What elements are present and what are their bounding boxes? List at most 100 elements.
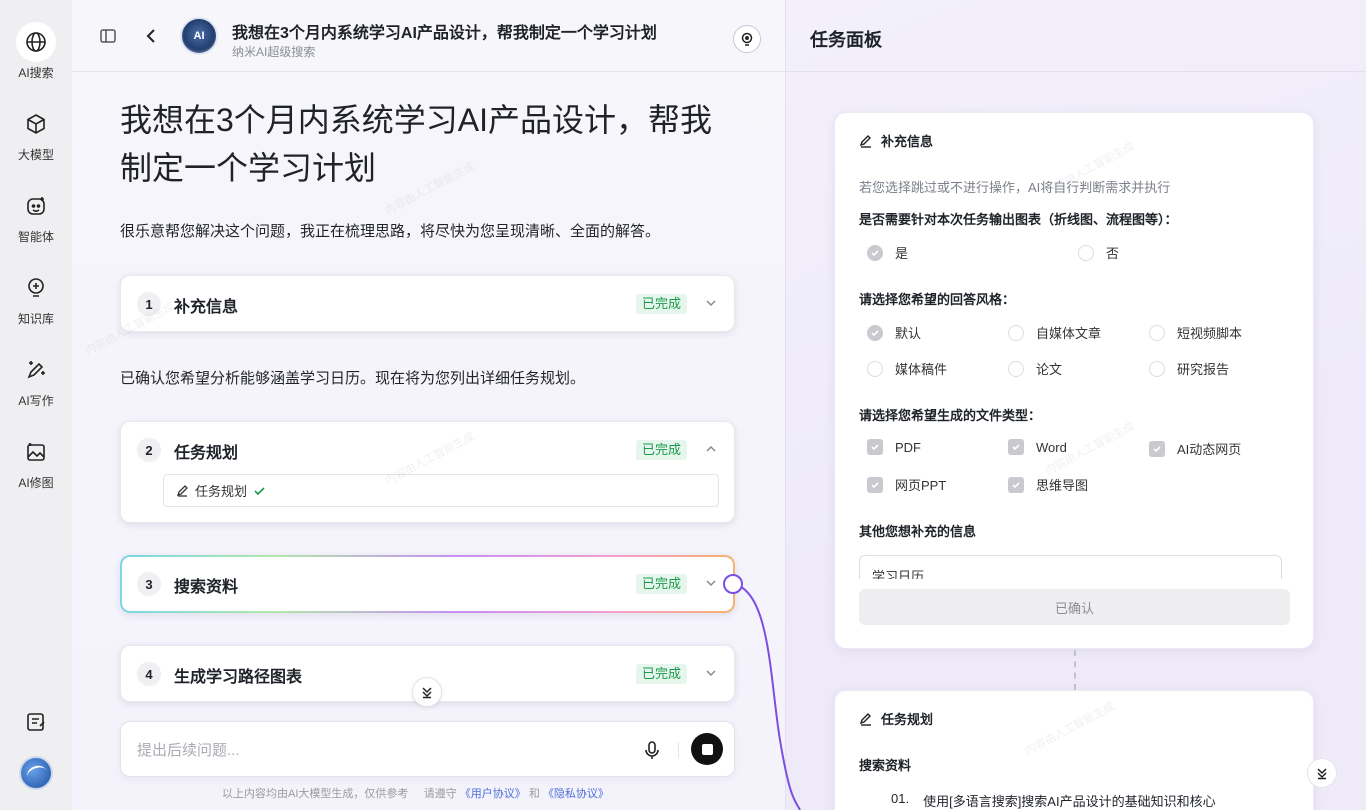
edit-icon: [859, 134, 871, 148]
assistant-intro: 很乐意帮您解决这个问题，我正在梳理思路，将尽快为您呈现清晰、全面的解答。: [120, 223, 661, 240]
chat-header: AI 我想在3个月内系统学习AI产品设计，帮我制定一个学习计划 纳米AI超级搜索: [72, 0, 785, 72]
status-badge: 已完成: [636, 664, 688, 684]
radio-checked-icon: [867, 324, 883, 341]
rail-label: AI修图: [18, 476, 54, 490]
back-icon[interactable]: [142, 26, 162, 46]
rail-label: AI写作: [18, 394, 54, 408]
option-media-draft[interactable]: 媒体稿件: [867, 359, 947, 378]
radio-icon: [1078, 244, 1094, 261]
notes-button[interactable]: [0, 711, 72, 738]
status-badge: 已完成: [636, 294, 688, 314]
chevron-up-icon[interactable]: [704, 442, 718, 456]
option-research-report[interactable]: 研究报告: [1149, 359, 1229, 378]
extra-info-textarea[interactable]: 学习日历: [859, 555, 1282, 579]
rail-item-agents[interactable]: 智能体: [0, 184, 72, 264]
radio-icon: [1149, 360, 1165, 377]
confirmed-button[interactable]: 已确认: [859, 589, 1290, 625]
option-label: PDF: [895, 439, 921, 455]
assistant-confirm-text: 已确认您希望分析能够涵盖学习日历。现在将为您列出详细任务规划。: [120, 370, 586, 387]
option-mind-map[interactable]: 思维导图: [1008, 475, 1088, 494]
panel-scroll-bottom-button[interactable]: [1307, 758, 1337, 788]
checkbox-checked-icon: [867, 439, 883, 455]
plan-list-item: 01. 使用[多语言搜索]搜索AI产品设计的基础知识和核心: [891, 791, 1216, 810]
option-self-media[interactable]: 自媒体文章: [1008, 323, 1101, 342]
option-short-video[interactable]: 短视频脚本: [1149, 323, 1242, 342]
option-yes[interactable]: 是: [867, 243, 908, 262]
step-title: 任务规划: [174, 445, 239, 462]
step-card-search[interactable]: 3 搜索资料 已完成: [120, 555, 735, 613]
scroll-to-bottom-button[interactable]: [412, 677, 442, 707]
option-word[interactable]: Word: [1008, 439, 1067, 455]
rail-item-ai-writing[interactable]: AI写作: [0, 348, 72, 428]
user-question: 我想在3个月内系统学习AI产品设计，帮我制定一个学习计划: [120, 102, 713, 186]
notes-icon: [25, 711, 47, 738]
task-panel-header: 任务面板: [786, 0, 1366, 72]
plan-card-title: 任务规划: [859, 709, 933, 728]
option-paper[interactable]: 论文: [1008, 359, 1062, 378]
radio-icon: [1008, 324, 1024, 341]
supplement-card: 补充信息 若您选择跳过或不进行操作，AI将自行判断需求并执行 是否需要针对本次任…: [834, 112, 1314, 649]
radio-icon: [1008, 360, 1024, 377]
option-label: 论文: [1036, 362, 1063, 377]
double-chevron-down-icon: [1317, 768, 1327, 780]
step-number: 2: [137, 438, 161, 462]
rail-label: AI搜索: [18, 66, 54, 80]
edit-icon: [176, 485, 188, 497]
image-edit-icon: [16, 432, 56, 472]
checkbox-checked-icon: [867, 476, 883, 493]
radio-icon: [867, 360, 883, 377]
rail-item-knowledge[interactable]: 知识库: [0, 266, 72, 346]
rail-item-models[interactable]: 大模型: [0, 102, 72, 182]
status-badge: 已完成: [636, 574, 688, 594]
followup-input[interactable]: [137, 738, 617, 762]
plan-section-title: 搜索资料: [859, 758, 912, 773]
radio-checked-icon: [867, 244, 883, 261]
bulb-button[interactable]: [733, 25, 761, 53]
disclaimer-text: 请遵守: [423, 788, 457, 800]
chat-area: AI 我想在3个月内系统学习AI产品设计，帮我制定一个学习计划 纳米AI超级搜索…: [72, 0, 785, 810]
option-web-ppt[interactable]: 网页PPT: [867, 475, 946, 494]
chevron-down-icon[interactable]: [704, 576, 718, 590]
bot-icon: [16, 186, 56, 226]
sidebar-toggle-icon[interactable]: [98, 26, 118, 46]
plan-card: 任务规划 搜索资料 01. 使用[多语言搜索]搜索AI产品设计的基础知识和核心: [834, 690, 1314, 810]
question-style: 请选择您希望的回答风格：: [859, 292, 1016, 307]
privacy-policy-link[interactable]: 《隐私协议》: [543, 788, 609, 800]
step-card-supplement[interactable]: 1 补充信息 已完成: [120, 275, 735, 332]
rail-item-ai-search[interactable]: AI搜索: [0, 20, 72, 100]
checkbox-checked-icon: [1149, 440, 1165, 457]
plan-subitem[interactable]: 任务规划: [163, 474, 719, 507]
stop-button[interactable]: [691, 733, 723, 765]
user-avatar-button[interactable]: [0, 756, 72, 790]
check-icon: [254, 487, 265, 496]
option-label: 默认: [895, 326, 922, 341]
user-agreement-link[interactable]: 《用户协议》: [460, 788, 526, 800]
rail-label: 知识库: [17, 312, 54, 326]
step-title: 搜索资料: [174, 579, 239, 596]
followup-input-box: [120, 721, 735, 777]
supplement-hint: 若您选择跳过或不进行操作，AI将自行判断需求并执行: [859, 180, 1171, 195]
step-number: 1: [137, 292, 161, 316]
question-chart: 是否需要针对本次任务输出图表（折线图、流程图等）：: [859, 212, 1178, 227]
chevron-down-icon[interactable]: [704, 666, 718, 680]
question-extra-info: 其他您想补充的信息: [859, 524, 977, 539]
option-default[interactable]: 默认: [867, 323, 921, 342]
supplement-card-title: 补充信息: [859, 131, 933, 150]
radio-icon: [1149, 324, 1165, 341]
question-file-type: 请选择您希望生成的文件类型：: [859, 408, 1042, 423]
option-label: 思维导图: [1036, 478, 1089, 493]
rail-item-ai-image[interactable]: AI修图: [0, 430, 72, 510]
microphone-button[interactable]: [641, 738, 663, 762]
checkbox-checked-icon: [1008, 439, 1024, 455]
conversation-subtitle: 纳米AI超级搜索: [232, 45, 316, 59]
step-card-plan[interactable]: 2 任务规划 已完成 任务规划: [120, 421, 735, 523]
option-label: 自媒体文章: [1036, 326, 1102, 341]
disclaimer-text: 和: [528, 788, 540, 800]
option-ai-webpage[interactable]: AI动态网页: [1149, 439, 1241, 458]
pen-sparkle-icon: [16, 350, 56, 390]
microphone-icon: [645, 741, 659, 759]
option-no[interactable]: 否: [1078, 243, 1119, 262]
chevron-down-icon[interactable]: [704, 296, 718, 310]
option-pdf[interactable]: PDF: [867, 439, 921, 455]
option-label: 研究报告: [1177, 362, 1230, 377]
